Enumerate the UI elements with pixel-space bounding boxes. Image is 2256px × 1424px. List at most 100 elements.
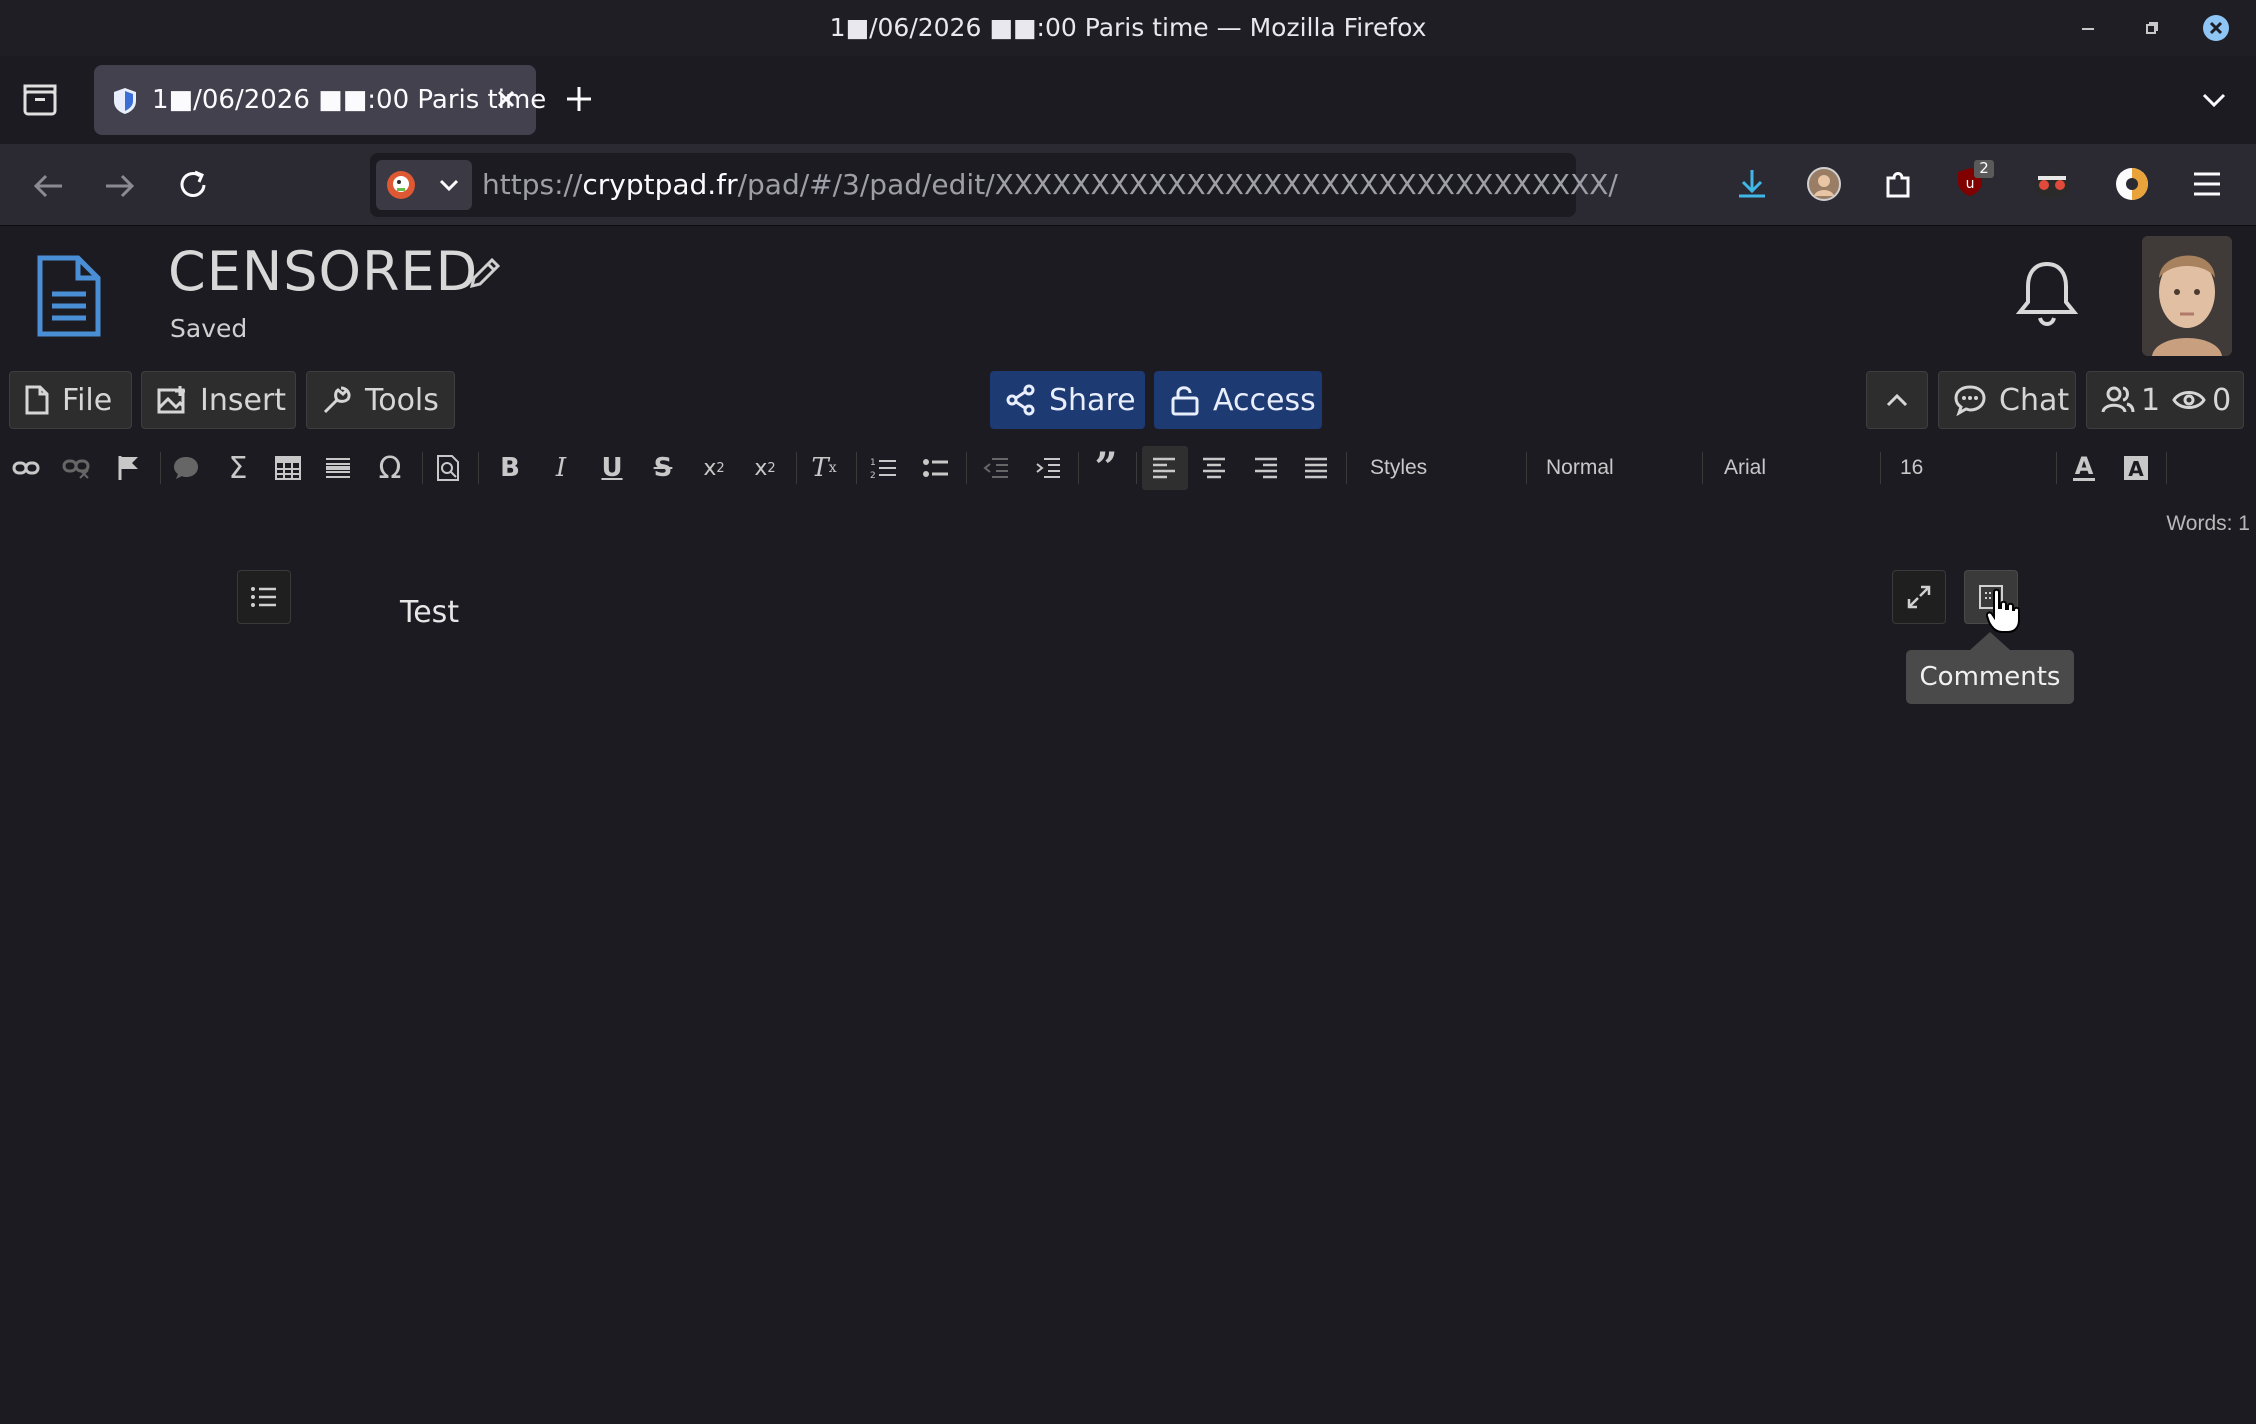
indent-icon[interactable] (1032, 452, 1064, 484)
remove-format-icon[interactable]: Tx (808, 452, 840, 484)
tab-overview-icon[interactable] (22, 82, 58, 118)
privacy-badger-icon[interactable] (2032, 168, 2072, 200)
strikethrough-icon[interactable]: S (647, 452, 679, 484)
notifications-bell-icon[interactable] (2014, 258, 2080, 330)
bullet-list-icon[interactable] (920, 452, 952, 484)
styles-dropdown[interactable]: Styles (1370, 450, 1520, 486)
separator (1526, 452, 1527, 484)
list-icon (250, 586, 278, 608)
close-tab-icon[interactable] (494, 87, 518, 111)
tab-active[interactable]: 1■/06/2026 ■■:00 Paris time (94, 65, 546, 135)
tooltip-arrow (1970, 632, 2010, 650)
comment-icon[interactable] (170, 452, 202, 484)
svg-text:2: 2 (870, 471, 876, 480)
share-button[interactable]: Share (990, 371, 1145, 429)
separator (1346, 452, 1347, 484)
users-count: 1 (2141, 382, 2161, 418)
special-char-omega-icon[interactable]: Ω (374, 451, 406, 486)
insert-menu-button[interactable]: Insert (141, 371, 296, 429)
chevron-down-icon (438, 176, 460, 194)
collapse-toolbar-button[interactable] (1866, 371, 1928, 429)
close-window-icon[interactable] (2202, 14, 2230, 42)
url-bar[interactable]: https://cryptpad.fr/pad/#/3/pad/edit/XXX… (370, 153, 1618, 217)
edit-title-pencil-icon[interactable] (466, 254, 504, 292)
reload-icon[interactable] (174, 166, 212, 204)
separator (1078, 452, 1079, 484)
insert-image-icon (156, 384, 188, 416)
outdent-icon[interactable] (980, 452, 1012, 484)
underline-icon[interactable]: U (596, 452, 628, 484)
window-title: 1■/06/2026 ■■:00 Paris time — Mozilla Fi… (829, 13, 1427, 42)
outline-toggle-button[interactable] (237, 570, 291, 624)
svg-text:1: 1 (870, 458, 876, 468)
list-all-tabs-icon[interactable] (2200, 86, 2228, 114)
subscript-icon[interactable]: x2 (698, 452, 730, 484)
horizontal-rule-icon[interactable] (322, 452, 354, 484)
align-left-icon[interactable] (1148, 452, 1180, 484)
file-label: File (62, 382, 113, 418)
separator (1702, 452, 1703, 484)
site-identity-button[interactable] (376, 160, 472, 210)
viewers-count: 0 (2212, 382, 2232, 418)
chat-button[interactable]: Chat (1938, 371, 2076, 429)
table-icon[interactable] (272, 452, 304, 484)
separator (966, 452, 967, 484)
align-right-icon[interactable] (1250, 452, 1282, 484)
separator (1136, 452, 1137, 484)
font-dropdown[interactable]: Arial (1724, 450, 1874, 486)
wrench-icon (321, 384, 353, 416)
user-avatar[interactable] (2142, 236, 2232, 356)
separator (160, 452, 161, 484)
menu-icon[interactable] (2190, 168, 2224, 200)
text-color-icon[interactable]: A (2068, 452, 2100, 484)
chat-icon (1953, 384, 1987, 416)
navigation-bar: https://cryptpad.fr/pad/#/3/pad/edit/XXX… (0, 144, 2256, 226)
window-titlebar: 1■/06/2026 ■■:00 Paris time — Mozilla Fi… (0, 0, 2256, 56)
separator (478, 452, 479, 484)
account-avatar-icon[interactable] (1806, 166, 1842, 202)
file-icon (24, 384, 50, 416)
minimize-icon[interactable] (2074, 14, 2102, 42)
document-content[interactable]: Test (400, 595, 459, 630)
tools-label: Tools (365, 382, 439, 418)
blockquote-icon[interactable]: ” (1090, 448, 1122, 488)
forward-icon[interactable] (102, 168, 138, 204)
fullscreen-button[interactable] (1892, 570, 1946, 624)
editor-toolbar: Σ Ω B I U S x2 x2 Tx 12 ” Styles Normal … (0, 442, 2256, 494)
back-icon[interactable] (30, 168, 66, 204)
file-menu-button[interactable]: File (9, 371, 132, 429)
justify-icon[interactable] (1300, 452, 1332, 484)
duckduckgo-icon (386, 170, 416, 200)
eye-icon (2172, 388, 2206, 412)
background-color-icon[interactable]: A (2120, 452, 2152, 484)
mouse-cursor-hand-icon (1986, 588, 2022, 634)
font-size-dropdown[interactable]: 16 (1900, 450, 2050, 486)
format-dropdown[interactable]: Normal (1546, 450, 1696, 486)
privacy-extension-icon[interactable] (2114, 166, 2150, 202)
users-button[interactable]: 1 0 (2086, 371, 2244, 429)
preview-icon[interactable] (432, 452, 464, 484)
numbered-list-icon[interactable]: 12 (868, 452, 900, 484)
extensions-icon[interactable] (1880, 166, 1916, 202)
insert-label: Insert (200, 382, 287, 418)
word-count: Words: 1 (2166, 512, 2250, 535)
unlink-icon[interactable] (60, 452, 92, 484)
bold-icon[interactable]: B (494, 452, 526, 484)
access-button[interactable]: Access (1154, 371, 1322, 429)
link-icon[interactable] (10, 452, 42, 484)
superscript-icon[interactable]: x2 (749, 452, 781, 484)
downloads-icon[interactable] (1734, 166, 1770, 202)
math-sigma-icon[interactable]: Σ (222, 451, 254, 486)
svg-text:A: A (2128, 457, 2144, 481)
tools-menu-button[interactable]: Tools (306, 371, 455, 429)
restore-icon[interactable] (2138, 14, 2166, 42)
document-icon (34, 254, 102, 338)
share-label: Share (1049, 382, 1136, 418)
ublock-origin-icon[interactable]: u 2 (1952, 158, 1996, 202)
anchor-flag-icon[interactable] (112, 452, 144, 484)
unlock-icon (1169, 384, 1201, 416)
align-center-icon[interactable] (1198, 452, 1230, 484)
url-text[interactable]: https://cryptpad.fr/pad/#/3/pad/edit/XXX… (482, 153, 1618, 217)
italic-icon[interactable]: I (545, 452, 577, 484)
new-tab-icon[interactable] (564, 84, 594, 114)
